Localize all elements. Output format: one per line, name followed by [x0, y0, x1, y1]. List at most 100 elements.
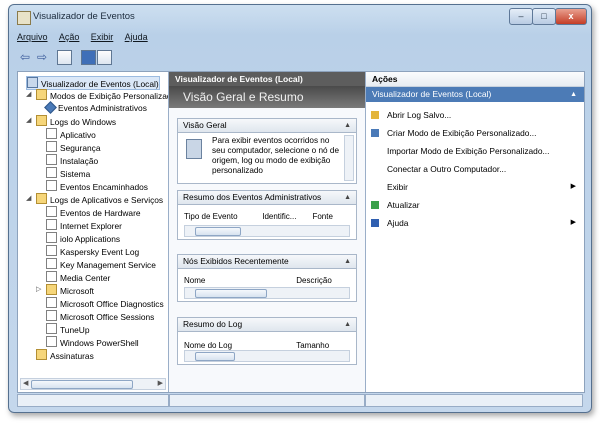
admin-summary-title: Resumo dos Eventos Administrativos — [183, 192, 322, 202]
tree-item-label: Visualizador de Eventos (Local) — [41, 79, 159, 89]
action-item[interactable]: Atualizar — [366, 198, 584, 212]
action-item[interactable]: Importar Modo de Exibição Personalizado.… — [366, 144, 584, 158]
tree-item[interactable]: Aplicativo — [46, 128, 96, 140]
tree-item[interactable]: ◢ Logs do Windows — [26, 115, 116, 127]
tree-item-label: Microsoft — [60, 286, 94, 296]
overview-header[interactable]: Visão Geral ▲ — [178, 119, 356, 133]
overview-scrollbar[interactable] — [344, 135, 354, 181]
expander-icon[interactable]: ◢ — [26, 115, 31, 127]
scroll-left-icon[interactable]: ◀ — [23, 379, 28, 389]
action-item[interactable]: Conectar a Outro Computador... — [366, 162, 584, 176]
back-arrow-icon[interactable]: ⇦ — [17, 49, 33, 65]
actions-section-title: Visualizador de Eventos (Local) — [372, 89, 492, 99]
collapse-icon[interactable]: ▲ — [570, 87, 577, 102]
column-header[interactable]: Identific... — [260, 211, 308, 222]
minimize-button[interactable]: – — [509, 8, 533, 25]
status-cell — [17, 394, 169, 407]
help-icon[interactable] — [81, 50, 96, 65]
admin-summary-section: Resumo dos Eventos Administrativos ▲ Tip… — [177, 190, 357, 240]
tree-item[interactable]: Microsoft Office Diagnostics — [46, 297, 164, 309]
overview-section: Visão Geral ▲ Para exibir eventos ocorri… — [177, 118, 357, 184]
recent-nodes-scrollbar[interactable] — [184, 287, 350, 299]
action-label: Abrir Log Salvo... — [387, 110, 452, 120]
menu-exibir[interactable]: Exibir — [91, 32, 114, 42]
tree-item[interactable]: Visualizador de Eventos (Local) — [26, 76, 160, 90]
tree-item[interactable]: ▷ Microsoft — [36, 284, 94, 296]
tree-item[interactable]: ◢ Logs de Aplicativos e Serviços — [26, 193, 163, 205]
scroll-right-icon[interactable]: ▶ — [158, 379, 163, 389]
admin-summary-header[interactable]: Resumo dos Eventos Administrativos ▲ — [178, 191, 356, 205]
folder-icon — [46, 284, 57, 295]
tree-item[interactable]: Kaspersky Event Log — [46, 245, 139, 257]
tree-item-label: iolo Applications — [60, 234, 121, 244]
action-item[interactable]: Abrir Log Salvo... — [366, 108, 584, 122]
recent-nodes-header[interactable]: Nós Exibidos Recentemente ▲ — [178, 255, 356, 269]
recent-nodes-columns: Nome Descrição — [182, 275, 352, 286]
scroll-thumb[interactable] — [31, 380, 133, 389]
overview-text: Para exibir eventos ocorridos no seu com… — [212, 136, 339, 175]
log-summary-header[interactable]: Resumo do Log ▲ — [178, 318, 356, 332]
log-icon — [46, 232, 57, 243]
expander-icon[interactable]: ◢ — [26, 193, 31, 205]
column-header[interactable]: Nome — [182, 275, 292, 286]
scroll-thumb[interactable] — [195, 352, 235, 361]
submenu-arrow-icon: ▶ — [570, 183, 576, 190]
action-item[interactable]: Criar Modo de Exibição Personalizado... — [366, 126, 584, 140]
tree-item[interactable]: TuneUp — [46, 323, 89, 335]
menu-arquivo[interactable]: Arquivo — [17, 32, 48, 42]
collapse-icon[interactable]: ▲ — [344, 119, 351, 132]
action-item[interactable]: Exibir ▶ — [366, 180, 584, 194]
collapse-icon[interactable]: ▲ — [344, 191, 351, 204]
action-item[interactable]: Ajuda ▶ — [366, 216, 584, 230]
tree-item[interactable]: Windows PowerShell — [46, 336, 139, 348]
menu-ajuda[interactable]: Ajuda — [125, 32, 148, 42]
admin-summary-columns: Tipo de Evento Identific... Fonte — [182, 211, 352, 222]
event-viewer-icon — [186, 139, 202, 159]
tree-item[interactable]: Eventos Administrativos — [44, 101, 147, 114]
actions-section-header[interactable]: Visualizador de Eventos (Local) ▲ — [366, 87, 584, 102]
log-summary-scrollbar[interactable] — [184, 350, 350, 362]
tree-item[interactable]: Internet Explorer — [46, 219, 122, 231]
action-label: Importar Modo de Exibição Personalizado.… — [387, 146, 550, 156]
column-header[interactable]: Fonte — [310, 211, 332, 222]
close-button[interactable]: x — [555, 8, 587, 25]
tree-item[interactable]: Assinaturas — [36, 349, 94, 361]
tree-item-label: Modos de Exibição Personalizados — [50, 91, 169, 101]
log-icon — [46, 336, 57, 347]
admin-summary-scrollbar[interactable] — [184, 225, 350, 237]
scroll-thumb[interactable] — [195, 289, 267, 298]
collapse-icon[interactable]: ▲ — [344, 318, 351, 331]
log-summary-section: Resumo do Log ▲ Nome do Log Tamanho — [177, 317, 357, 365]
recent-nodes-title: Nós Exibidos Recentemente — [183, 256, 289, 266]
tree-item-label: Eventos de Hardware — [60, 208, 141, 218]
tree-item[interactable]: Key Management Service — [46, 258, 156, 270]
actions-pane: Ações Visualizador de Eventos (Local) ▲ … — [366, 72, 584, 392]
title-bar[interactable]: Visualizador de Eventos – □ x — [9, 5, 591, 31]
column-header[interactable]: Tipo de Evento — [182, 211, 258, 222]
tree-item[interactable]: Eventos Encaminhados — [46, 180, 148, 192]
tree-item[interactable]: Microsoft Office Sessions — [46, 310, 154, 322]
tree-item[interactable]: iolo Applications — [46, 232, 120, 244]
column-header[interactable]: Descrição — [294, 275, 332, 286]
maximize-button[interactable]: □ — [532, 8, 556, 25]
folder-icon — [36, 193, 47, 204]
expander-icon[interactable]: ▷ — [36, 284, 41, 296]
tree-item-label: Sistema — [60, 169, 91, 179]
forward-arrow-icon[interactable]: ⇨ — [34, 49, 50, 65]
tree-item[interactable]: Media Center — [46, 271, 110, 283]
tree-item[interactable]: ◢ Modos de Exibição Personalizados — [26, 89, 169, 101]
tree-item[interactable]: Sistema — [46, 167, 90, 179]
tree-item[interactable]: Instalação — [46, 154, 98, 166]
show-hide-action-pane-icon[interactable] — [97, 50, 112, 65]
menu-acao[interactable]: Ação — [59, 32, 80, 42]
show-hide-console-tree-icon[interactable] — [57, 50, 72, 65]
tree-item[interactable]: Segurança — [46, 141, 101, 153]
expander-icon[interactable]: ◢ — [26, 89, 31, 101]
event-viewer-icon — [17, 11, 31, 25]
action-label: Atualizar — [387, 200, 420, 210]
scroll-thumb[interactable] — [195, 227, 241, 236]
tree-item-label: Microsoft Office Sessions — [60, 312, 155, 322]
tree-horizontal-scrollbar[interactable]: ◀ ▶ — [20, 378, 166, 390]
tree-item[interactable]: Eventos de Hardware — [46, 206, 141, 218]
collapse-icon[interactable]: ▲ — [344, 255, 351, 268]
